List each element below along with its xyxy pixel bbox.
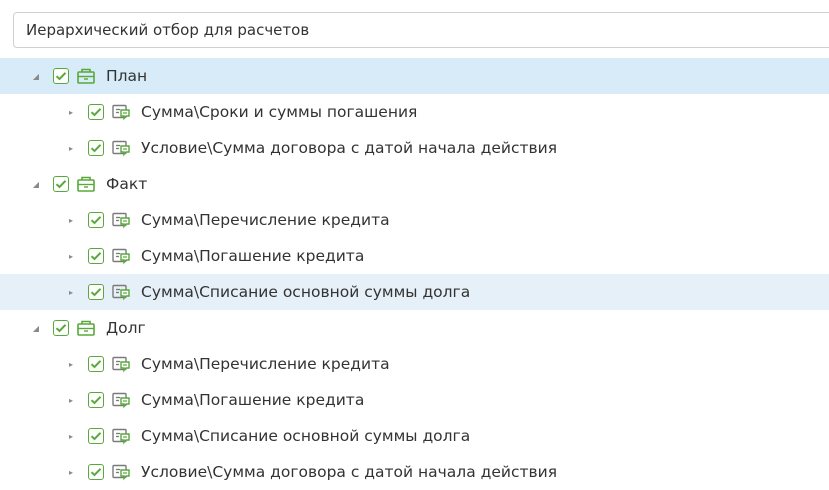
tree-node-label: Условие\Сумма договора с датой начала де…	[141, 139, 558, 157]
tree-node-label: Сумма\Списание основной суммы долга	[141, 283, 471, 301]
tree-node-label: Долг	[106, 319, 146, 337]
collapse-triangle-icon[interactable]: ◢	[31, 71, 41, 81]
chat-card-icon	[111, 103, 131, 121]
tree-node-fact[interactable]: ◢ Факт	[0, 166, 829, 202]
checkmark-icon	[90, 108, 102, 117]
expand-triangle-icon[interactable]: ▸	[66, 395, 76, 405]
expand-triangle-icon[interactable]: ▸	[66, 359, 76, 369]
checkmark-icon	[90, 216, 102, 225]
tree-node-label: Факт	[106, 175, 148, 193]
tree-node-label: Сумма\Сроки и суммы погашения	[141, 103, 418, 121]
tree-leaf[interactable]: ▸ Сумма\Сроки и суммы погашения	[0, 94, 829, 130]
tree-node-label: План	[106, 67, 148, 85]
chat-card-icon	[111, 463, 131, 481]
tree-leaf[interactable]: ▸ Сумма\Списание основной суммы долга	[0, 274, 829, 310]
tree-node-label: Сумма\Погашение кредита	[141, 247, 365, 265]
collapse-triangle-icon[interactable]: ◢	[31, 179, 41, 189]
expand-triangle-icon[interactable]: ▸	[66, 215, 76, 225]
tree-leaf[interactable]: ▸ Сумма\Перечисление кредита	[0, 346, 829, 382]
expand-triangle-icon[interactable]: ▸	[66, 143, 76, 153]
checkmark-icon	[90, 360, 102, 369]
collapse-triangle-icon[interactable]: ◢	[31, 323, 41, 333]
chat-card-icon	[111, 391, 131, 409]
tree-node-label: Сумма\Погашение кредита	[141, 391, 365, 409]
checkmark-icon	[90, 288, 102, 297]
hierarchy-tree: ◢ План ▸ Сумма\Сроки и суммы погашения ▸…	[0, 58, 829, 490]
node-checkbox[interactable]	[88, 464, 104, 480]
chat-card-icon	[111, 355, 131, 373]
checkmark-icon	[55, 324, 67, 333]
chat-card-icon	[111, 139, 131, 157]
expand-triangle-icon[interactable]: ▸	[66, 251, 76, 261]
expand-triangle-icon[interactable]: ▸	[66, 431, 76, 441]
checkmark-icon	[90, 432, 102, 441]
chat-card-icon	[111, 211, 131, 229]
folder-box-icon	[76, 319, 96, 337]
node-checkbox[interactable]	[88, 140, 104, 156]
folder-box-icon	[76, 67, 96, 85]
tree-node-label: Условие\Сумма договора с датой начала де…	[141, 463, 558, 481]
chat-card-icon	[111, 427, 131, 445]
chat-card-icon	[111, 247, 131, 265]
node-checkbox[interactable]	[53, 176, 69, 192]
node-checkbox[interactable]	[88, 428, 104, 444]
tree-leaf[interactable]: ▸ Сумма\Погашение кредита	[0, 238, 829, 274]
checkmark-icon	[90, 144, 102, 153]
tree-leaf[interactable]: ▸ Условие\Сумма договора с датой начала …	[0, 130, 829, 166]
filter-title-field[interactable]: Иерархический отбор для расчетов	[13, 12, 829, 48]
tree-node-label: Сумма\Перечисление кредита	[141, 211, 390, 229]
tree-leaf[interactable]: ▸ Сумма\Списание основной суммы долга	[0, 418, 829, 454]
node-checkbox[interactable]	[88, 104, 104, 120]
node-checkbox[interactable]	[53, 68, 69, 84]
folder-box-icon	[76, 175, 96, 193]
checkmark-icon	[90, 396, 102, 405]
checkmark-icon	[90, 252, 102, 261]
node-checkbox[interactable]	[88, 212, 104, 228]
tree-node-debt[interactable]: ◢ Долг	[0, 310, 829, 346]
expand-triangle-icon[interactable]: ▸	[66, 467, 76, 477]
tree-leaf[interactable]: ▸ Сумма\Перечисление кредита	[0, 202, 829, 238]
filter-title-text: Иерархический отбор для расчетов	[26, 21, 310, 39]
node-checkbox[interactable]	[53, 320, 69, 336]
tree-leaf[interactable]: ▸ Условие\Сумма договора с датой начала …	[0, 454, 829, 490]
tree-node-label: Сумма\Перечисление кредита	[141, 355, 390, 373]
node-checkbox[interactable]	[88, 392, 104, 408]
expand-triangle-icon[interactable]: ▸	[66, 107, 76, 117]
chat-card-icon	[111, 283, 131, 301]
checkmark-icon	[55, 180, 67, 189]
tree-node-plan[interactable]: ◢ План	[0, 58, 829, 94]
tree-node-label: Сумма\Списание основной суммы долга	[141, 427, 471, 445]
node-checkbox[interactable]	[88, 248, 104, 264]
checkmark-icon	[90, 468, 102, 477]
node-checkbox[interactable]	[88, 356, 104, 372]
node-checkbox[interactable]	[88, 284, 104, 300]
expand-triangle-icon[interactable]: ▸	[66, 287, 76, 297]
checkmark-icon	[55, 72, 67, 81]
tree-leaf[interactable]: ▸ Сумма\Погашение кредита	[0, 382, 829, 418]
